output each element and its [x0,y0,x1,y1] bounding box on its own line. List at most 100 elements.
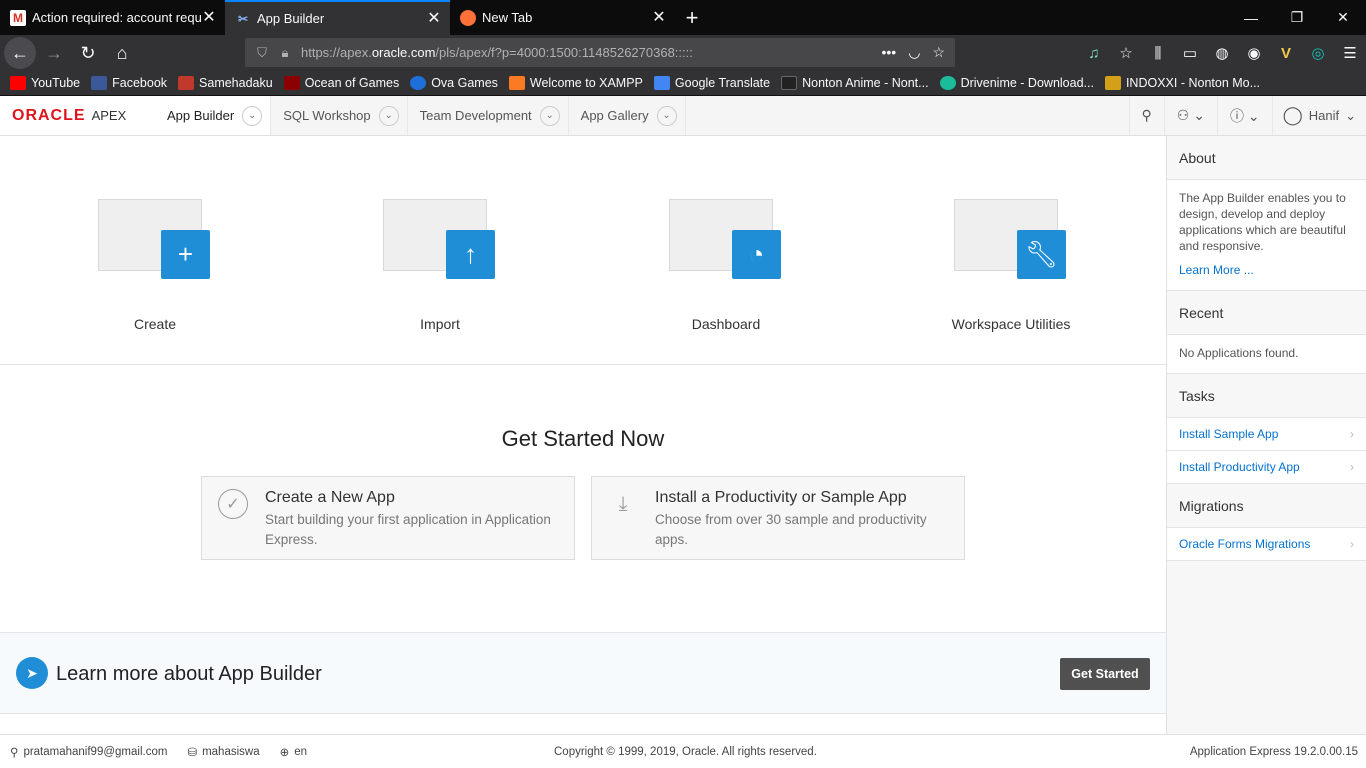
bookmark-facebook[interactable]: Facebook [91,76,167,90]
back-icon[interactable]: ← [4,37,36,69]
get-started-title: Get Started Now [501,426,665,451]
tab-app-builder[interactable]: App Builder ⌄ [155,96,272,135]
bookmark-ova-games[interactable]: Ova Games [410,76,498,90]
tile-create[interactable]: + Create [35,196,275,332]
oracle-apex-logo[interactable]: ORACLE APEX [0,96,155,135]
apex-icon: ✂ [237,11,249,26]
browser-tab-gmail[interactable]: M Action required: account reque ✕ [0,0,225,35]
user-icon: ⚲ [10,746,19,759]
xampp-icon [508,76,525,90]
vivaldi-extension-icon[interactable]: V [1270,45,1302,62]
help-icon[interactable]: ⓘ ⌄ [1216,96,1272,135]
reload-icon[interactable]: ↻ [72,37,104,69]
facebook-icon [91,76,108,90]
recent-empty-text: No Applications found. [1167,335,1366,374]
url-bar[interactable]: ⛉ 🔒︎ https://apex.oracle.com/pls/apex/f?… [245,38,955,67]
pocket-icon[interactable]: ◡ [908,44,920,61]
user-menu[interactable]: ◯ Hanif ⌄ [1271,96,1366,135]
browser-tab-bar: M Action required: account reque ✕ ✂ App… [0,0,1366,35]
search-icon[interactable]: ⚲ [1128,96,1164,135]
url-text[interactable]: https://apex.oracle.com/pls/apex/f?p=400… [295,45,882,60]
apex-header: ORACLE APEX App Builder ⌄ SQL Workshop ⌄ T… [0,96,1366,136]
forward-icon[interactable]: → [38,37,70,69]
lock-icon[interactable]: 🔒︎ [275,45,295,61]
get-started-button[interactable]: Get Started [1060,658,1150,690]
chevron-right-icon: › [1350,460,1354,474]
tasks-heading: Tasks [1167,374,1366,418]
tile-import[interactable]: ↑ Import [320,196,560,332]
migrations-heading: Migrations [1167,484,1366,528]
close-tab-icon[interactable]: ✕ [651,9,667,26]
recent-heading: Recent [1167,291,1366,335]
close-tab-icon[interactable]: ✕ [201,9,217,26]
drivenime-icon [939,76,956,90]
footer-workspace[interactable]: ⛁ mahasiswa [187,745,259,759]
browser-tab-app-builder[interactable]: ✂ App Builder ✕ [225,0,450,35]
copyright-text: Copyright © 1999, 2019, Oracle. All righ… [554,745,817,758]
task-install-sample-app[interactable]: Install Sample App › [1167,418,1366,451]
bookmark-nonton-anime[interactable]: Nonton Anime - Nont... [781,76,929,90]
minimize-icon[interactable]: — [1228,0,1274,35]
tab-sql-workshop[interactable]: SQL Workshop ⌄ [271,96,408,135]
check-circle-icon: ✓ [218,489,248,519]
ova-games-icon [410,76,427,90]
page-actions-icon[interactable]: ••• [882,44,897,61]
bookmark-samehadaku[interactable]: Samehadaku [178,76,273,90]
bookmark-xampp[interactable]: Welcome to XAMPP [508,76,643,90]
browser-tab-new-tab[interactable]: New Tab ✕ [450,0,675,35]
chevron-down-icon[interactable]: ⌄ [242,105,263,126]
migration-oracle-forms[interactable]: Oracle Forms Migrations › [1167,528,1366,561]
tab-title: Action required: account reque [32,10,201,25]
create-new-app-card[interactable]: ✓ Create a New App Start building your f… [201,476,575,560]
samehadaku-icon [178,76,195,90]
restore-icon[interactable]: ❐ [1274,0,1320,35]
footer-language[interactable]: ⊕ en [280,745,307,759]
home-icon[interactable]: ⌂ [106,37,138,69]
plus-icon: + [161,230,210,279]
music-extension-icon[interactable]: ♫ [1078,45,1110,62]
gmail-icon: M [10,9,26,26]
close-window-icon[interactable]: ✕ [1320,0,1366,35]
page-footer: ⚲ pratamahanif99@gmail.com ⛁ mahasiswa ⊕ en… [0,734,1366,768]
chevron-down-icon[interactable]: ⌄ [656,105,677,126]
right-sidebar: About The App Builder enables you to des… [1166,136,1366,734]
bookmark-google-translate[interactable]: Google Translate [653,76,770,90]
favorites-icon[interactable]: ☆ [1110,44,1142,62]
new-tab-button[interactable]: + [675,0,709,35]
chevron-down-icon[interactable]: ⌄ [539,105,560,126]
bookmark-ocean-of-games[interactable]: Ocean of Games [283,76,399,90]
upload-arrow-icon: ↑ [446,230,495,279]
globe-icon: ⊕ [279,746,290,759]
chevron-right-icon: › [1350,537,1354,551]
bookmark-indoxxi[interactable]: INDOXXI - Nonton Mo... [1104,76,1260,90]
tab-app-gallery[interactable]: App Gallery ⌄ [568,96,686,135]
tile-dashboard[interactable]: ◔ Dashboard [606,196,846,332]
administration-icon[interactable]: ⚇ ⌄ [1163,96,1217,135]
learn-more-banner: ➤ Learn more about App Builder Get Start… [0,632,1166,714]
bookmark-star-icon[interactable]: ☆ [932,44,945,61]
browser-nav-bar: ← → ↻ ⌂ ⛉ 🔒︎ https://apex.oracle.com/pls… [0,35,1366,71]
extension-icon[interactable]: ◎ [1302,44,1334,62]
account-icon[interactable]: ◉ [1238,44,1270,62]
close-tab-icon[interactable]: ✕ [426,10,442,27]
install-sample-app-card[interactable]: ⤓ Install a Productivity or Sample App C… [591,476,965,560]
about-heading: About [1167,136,1366,180]
window-controls: — ❐ ✕ [1228,0,1366,35]
bookmark-youtube[interactable]: YouTube [10,76,80,90]
tab-title: App Builder [257,11,325,26]
library-icon[interactable]: ⫼ [1142,45,1174,62]
bookmark-drivenime[interactable]: Drivenime - Download... [939,76,1094,90]
tab-team-development[interactable]: Team Development ⌄ [407,96,569,135]
menu-icon[interactable]: ☰ [1334,44,1366,62]
footer-user[interactable]: ⚲ pratamahanif99@gmail.com [10,745,167,759]
get-started-section: Get Started Now ✓ Create a New App Start… [0,366,1166,632]
vpn-icon[interactable]: ◍ [1206,44,1238,62]
tile-workspace-utilities[interactable]: 🔧︎ Workspace Utilities [891,196,1131,332]
sidebar-icon[interactable]: ▭ [1174,44,1206,62]
version-text: Application Express 19.2.0.00.15 [1189,745,1358,758]
shield-icon[interactable]: ⛉ [249,45,275,61]
task-install-productivity-app[interactable]: Install Productivity App › [1167,451,1366,484]
about-section: The App Builder enables you to design, d… [1167,180,1366,291]
chevron-down-icon[interactable]: ⌄ [378,105,399,126]
learn-more-link[interactable]: Learn More ... [1179,262,1354,278]
